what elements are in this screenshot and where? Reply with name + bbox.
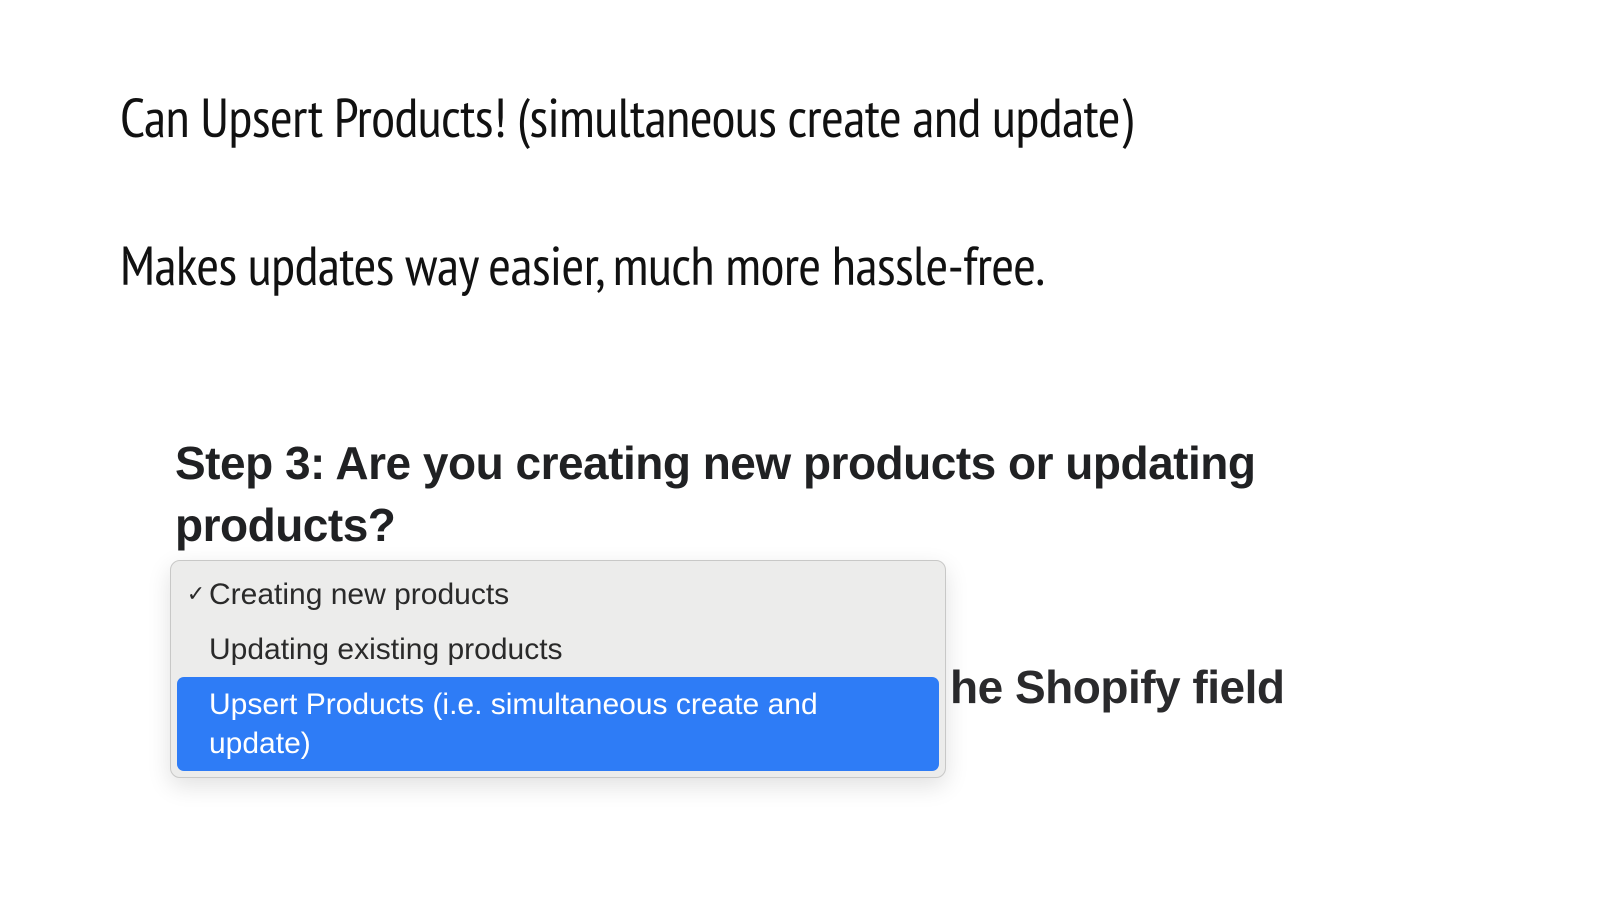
headline-easier: Makes updates way easier, much more hass… <box>120 230 1045 301</box>
dropdown-item-updating[interactable]: Updating existing products <box>171 622 945 677</box>
dropdown-item-label: Updating existing products <box>209 630 933 669</box>
dropdown-item-label: Upsert Products (i.e. simultaneous creat… <box>209 685 927 763</box>
step-3-heading: Step 3: Are you creating new products or… <box>175 432 1455 556</box>
headline-upsert: Can Upsert Products! (simultaneous creat… <box>120 82 1132 153</box>
dropdown-item-upsert[interactable]: Upsert Products (i.e. simultaneous creat… <box>177 677 939 771</box>
product-action-dropdown[interactable]: ✓ Creating new products Updating existin… <box>170 560 946 778</box>
dropdown-item-label: Creating new products <box>209 575 933 614</box>
dropdown-item-creating[interactable]: ✓ Creating new products <box>171 567 945 622</box>
obscured-step-4-text: he Shopify field <box>950 660 1284 714</box>
checkmark-icon: ✓ <box>183 580 209 609</box>
